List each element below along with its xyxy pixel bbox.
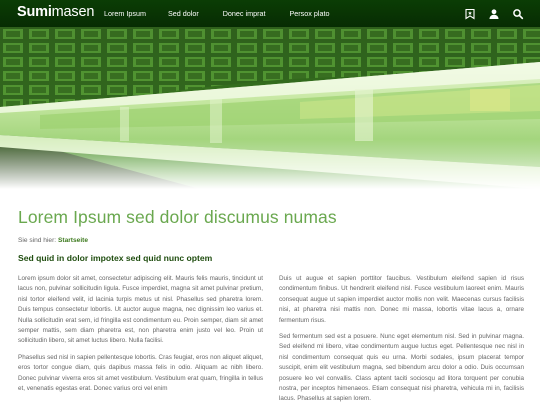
- breadcrumb-prefix: Sie sind hier:: [18, 237, 57, 244]
- breadcrumb: Sie sind hier: Startseite: [18, 237, 524, 244]
- text-columns: Lorem ipsum dolor sit amet, consectetur …: [18, 274, 524, 405]
- paragraph: Lorem ipsum dolor sit amet, consectetur …: [18, 275, 263, 345]
- nav-item-lorem-ipsum[interactable]: Lorem Ipsum: [104, 9, 146, 18]
- breadcrumb-link-home[interactable]: Startseite: [58, 237, 88, 244]
- nav-item-persox-plato[interactable]: Persox plato: [289, 9, 329, 18]
- main-content: Lorem Ipsum sed dolor discumus numas Sie…: [18, 189, 524, 263]
- header-icons: [452, 0, 524, 27]
- search-icon[interactable]: [512, 8, 524, 20]
- section-subtitle: Sed quid in dolor impotex sed quid nunc …: [18, 253, 213, 263]
- paragraph: Sed fermentum sed est a posuere. Nunc eg…: [279, 333, 524, 403]
- hero-image: [0, 27, 540, 189]
- bookmark-star-icon[interactable]: [464, 8, 476, 20]
- paragraph: Phasellus sed nisl in sapien pellentesqu…: [18, 353, 263, 393]
- metro-station-illustration: [0, 27, 540, 189]
- nav-item-sed-dolor[interactable]: Sed dolor: [168, 9, 199, 18]
- right-column: Duis ut augue et sapien porttitor faucib…: [279, 274, 524, 405]
- page-title: Lorem Ipsum sed dolor discumus numas: [18, 207, 337, 227]
- top-navigation-bar: Sumimasen Lorem Ipsum Sed dolor Donec im…: [0, 0, 540, 27]
- nav-item-donec-imprat[interactable]: Donec imprat: [223, 9, 266, 18]
- user-icon[interactable]: [488, 8, 500, 20]
- main-nav: Lorem Ipsum Sed dolor Donec imprat Perso…: [104, 0, 353, 27]
- left-column: Lorem ipsum dolor sit amet, consectetur …: [18, 274, 263, 405]
- site-logo[interactable]: Sumimasen: [17, 4, 94, 20]
- logo-strong: Sumi: [17, 4, 52, 20]
- paragraph: Duis ut augue et sapien porttitor faucib…: [279, 275, 524, 324]
- logo-light: masen: [51, 4, 95, 20]
